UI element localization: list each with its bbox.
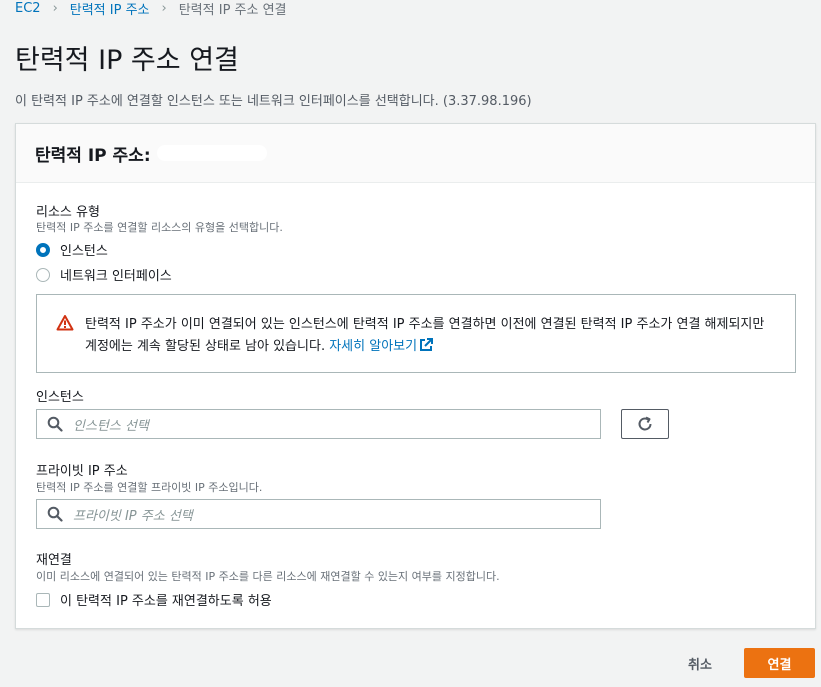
radio-instance-label: 인스턴스 [60,244,108,259]
private-ip-select[interactable]: 프라이빗 IP 주소 선택 [36,499,601,529]
radio-button-selected[interactable] [36,242,50,257]
private-ip-description: 탄력적 IP 주소를 연결할 프라이빗 IP 주소입니다. [36,481,263,494]
radio-button[interactable] [36,267,50,282]
redacted-ip [156,145,267,161]
reassociate-option[interactable]: 이 탄력적 IP 주소를 재연결하도록 허용 [36,590,272,609]
breadcrumb: EC2 › 탄력적 IP 주소 › 탄력적 IP 주소 연결 [15,0,287,18]
learn-more-label: 자세히 알아보기 [329,339,418,354]
warning-icon [56,315,74,331]
page-title: 탄력적 IP 주소 연결 [15,45,239,76]
radio-network-interface-label: 네트워크 인터페이스 [60,269,172,284]
private-ip-label: 프라이빗 IP 주소 [36,464,128,479]
refresh-button[interactable] [621,409,669,439]
panel-header: 탄력적 IP 주소: [16,124,815,183]
page-description: 이 탄력적 IP 주소에 연결할 인스턴스 또는 네트워크 인터페이스를 선택합… [15,94,532,109]
instance-label: 인스턴스 [36,390,84,405]
external-link-icon [420,338,434,351]
reassociate-label: 재연결 [36,553,72,568]
instance-select[interactable]: 인스턴스 선택 [36,409,601,439]
chevron-right-icon: › [161,0,167,16]
resource-type-description: 탄력적 IP 주소를 연결할 리소스의 유형을 선택합니다. [36,221,283,234]
breadcrumb-elastic-ip-link[interactable]: 탄력적 IP 주소 [70,0,150,18]
breadcrumb-ec2-link[interactable]: EC2 [15,1,41,16]
radio-instance[interactable]: 인스턴스 [36,240,108,259]
associate-panel: 탄력적 IP 주소: 리소스 유형 탄력적 IP 주소를 연결할 리소스의 유형… [15,123,816,629]
chevron-right-icon: › [52,0,58,16]
reassociate-checkbox-label: 이 탄력적 IP 주소를 재연결하도록 허용 [60,594,272,609]
refresh-icon [638,416,652,431]
learn-more-link[interactable]: 자세히 알아보기 [329,338,434,354]
warning-alert: 탄력적 IP 주소가 이미 연결되어 있는 인스턴스에 탄력적 IP 주소를 연… [36,294,796,373]
cancel-button[interactable]: 취소 [670,648,730,678]
reassociate-description: 이미 리소스에 연결되어 있는 탄력적 IP 주소를 다른 리소스에 재연결할 … [36,570,500,583]
search-icon [47,416,63,432]
panel-title: 탄력적 IP 주소: [35,145,151,166]
private-ip-select-placeholder: 프라이빗 IP 주소 선택 [73,508,193,524]
search-icon [47,506,63,522]
radio-network-interface[interactable]: 네트워크 인터페이스 [36,265,172,284]
instance-select-placeholder: 인스턴스 선택 [73,418,149,434]
reassociate-checkbox[interactable] [36,592,50,607]
warning-text-block: 탄력적 IP 주소가 이미 연결되어 있는 인스턴스에 탄력적 IP 주소를 연… [85,314,775,358]
associate-button[interactable]: 연결 [744,648,815,678]
breadcrumb-current: 탄력적 IP 주소 연결 [178,2,287,18]
resource-type-label: 리소스 유형 [36,205,100,220]
